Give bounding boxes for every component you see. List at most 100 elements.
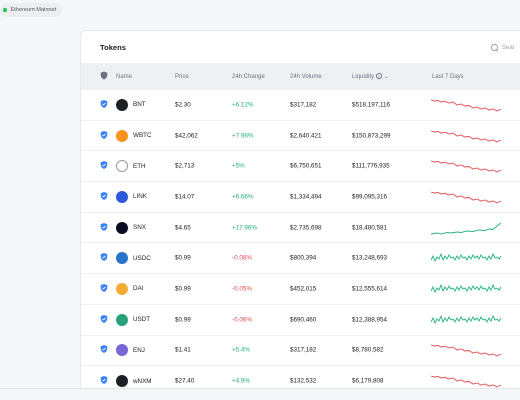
column-header-change[interactable]: 24h Change xyxy=(232,74,265,80)
token-price: $4.65 xyxy=(175,224,191,232)
token-liquidity: $150,873,299 xyxy=(352,132,391,140)
token-price: $14.07 xyxy=(175,193,195,201)
network-status-dot xyxy=(3,8,7,12)
sparkline-chart xyxy=(431,130,502,143)
table-row[interactable]: DAI $0.99 -0.05% $452,015 $12,555,614 xyxy=(81,274,520,305)
token-name-cell[interactable]: ETH xyxy=(116,160,146,173)
token-price: $0.99 xyxy=(175,285,191,293)
verified-shield-icon xyxy=(100,191,108,202)
token-volume: $317,182 xyxy=(290,346,317,354)
token-name-cell[interactable]: ENJ xyxy=(116,344,145,357)
column-header-price[interactable]: Price xyxy=(175,74,189,80)
token-change: +5.4% xyxy=(232,346,251,354)
token-name-cell[interactable]: BNT xyxy=(116,98,146,111)
verified-shield-icon xyxy=(100,314,108,325)
token-volume: $2,640,421 xyxy=(290,132,322,140)
ethereum-icon xyxy=(116,160,128,173)
token-name-cell[interactable]: USDT xyxy=(116,313,150,326)
search-icon xyxy=(491,44,498,51)
token-symbol: DAI xyxy=(133,285,144,293)
chainlink-icon xyxy=(116,190,128,203)
usdc-icon xyxy=(116,252,128,265)
table-row[interactable]: ETH $2,713 +5% $6,750,651 $111,776,935 xyxy=(81,151,520,183)
column-header-liquidity-label: Liquidity xyxy=(352,74,375,80)
sparkline-chart xyxy=(431,375,502,388)
search-input[interactable]: Sear xyxy=(491,40,520,55)
sparkline-chart xyxy=(431,344,502,357)
token-symbol: ETH xyxy=(133,162,146,170)
token-name-cell[interactable]: wNXM xyxy=(116,375,152,388)
token-price: $2.30 xyxy=(175,101,191,109)
token-symbol: USDC xyxy=(133,254,151,262)
column-header-liquidity[interactable]: Liquidity i ⌄ xyxy=(352,73,389,80)
token-symbol: WBTC xyxy=(133,132,152,140)
token-name-cell[interactable]: USDC xyxy=(116,252,151,265)
shield-icon xyxy=(100,71,108,82)
token-liquidity: $18,480,581 xyxy=(352,224,388,232)
token-volume: $6,750,651 xyxy=(290,162,322,170)
token-volume: $1,334,494 xyxy=(290,193,322,201)
token-volume: $800,394 xyxy=(290,254,317,262)
table-row[interactable]: LINK $14.07 +6.66% $1,334,494 $99,095,31… xyxy=(81,182,520,213)
info-icon: i xyxy=(375,73,382,80)
column-header-week: Last 7 Days xyxy=(432,73,464,80)
verified-shield-icon xyxy=(100,222,108,233)
token-liquidity: $12,555,614 xyxy=(352,285,388,293)
table-row[interactable]: WBTC $42,062 +7.98% $2,640,421 $150,873,… xyxy=(81,121,520,152)
column-header-name[interactable]: Name xyxy=(116,74,132,80)
card-header: Tokens Sear xyxy=(81,31,520,63)
token-symbol: LINK xyxy=(133,193,147,201)
sparkline-chart xyxy=(431,191,502,204)
token-symbol: SNX xyxy=(133,224,146,232)
table-row[interactable]: USDT $0.99 -0.06% $690,460 $12,388,954 xyxy=(81,305,520,336)
table-row[interactable]: ENJ $1.41 +5.4% $317,182 $8,780,582 xyxy=(81,336,520,367)
token-name-cell[interactable]: SNX xyxy=(116,221,146,234)
token-liquidity: $518,197,116 xyxy=(352,101,391,109)
sparkline-chart xyxy=(431,283,502,294)
token-liquidity: $111,776,935 xyxy=(352,162,390,170)
table-row[interactable]: BNT $2.30 +6.12% $317,182 $518,197,116 xyxy=(81,90,520,121)
table-row[interactable]: SNX $4.65 +17.96% $2,735,698 $18,480,581 xyxy=(81,213,520,244)
bottom-scrollbar[interactable] xyxy=(0,388,520,400)
token-name-cell[interactable]: WBTC xyxy=(116,129,152,142)
network-label: Ethereum Mainnet xyxy=(10,7,57,13)
sparkline-chart xyxy=(431,99,502,112)
token-volume: $317,182 xyxy=(290,101,317,109)
token-liquidity: $13,248,693 xyxy=(352,254,388,262)
dai-icon xyxy=(116,282,128,295)
sparkline-chart xyxy=(431,314,502,324)
network-badge[interactable]: Ethereum Mainnet xyxy=(0,3,63,17)
card-title: Tokens xyxy=(100,42,127,52)
token-change: +4.9% xyxy=(232,377,251,385)
token-name-cell[interactable]: LINK xyxy=(116,190,147,203)
token-price: $0.99 xyxy=(175,316,191,324)
chevron-down-icon: ⌄ xyxy=(383,74,389,80)
table-header: Name Price 24h Change 24h Volume Liquidi… xyxy=(81,63,520,90)
verified-shield-icon xyxy=(100,283,108,294)
token-change: -0.05% xyxy=(232,285,252,293)
token-volume: $132,532 xyxy=(290,377,317,385)
token-price: $27.40 xyxy=(175,377,195,385)
token-price: $2,713 xyxy=(175,162,195,170)
token-symbol: ENJ xyxy=(133,346,145,354)
token-symbol: BNT xyxy=(133,101,146,109)
token-volume: $2,735,698 xyxy=(290,224,322,232)
enjin-icon xyxy=(116,344,128,357)
token-change: -0.06% xyxy=(232,316,252,324)
table-row[interactable]: USDC $0.99 -0.08% $800,394 $13,248,693 xyxy=(81,243,520,275)
token-change: -0.08% xyxy=(232,254,252,262)
verified-shield-icon xyxy=(100,99,108,110)
verified-shield-icon xyxy=(100,376,108,387)
token-name-cell[interactable]: DAI xyxy=(116,282,144,295)
verified-shield-icon xyxy=(100,345,108,356)
column-header-volume[interactable]: 24h Volume xyxy=(290,74,322,80)
token-change: +6.12% xyxy=(232,101,254,109)
wbtc-icon xyxy=(116,129,128,142)
token-volume: $690,460 xyxy=(290,316,317,324)
token-symbol: wNXM xyxy=(133,377,152,385)
verified-shield-icon xyxy=(100,130,108,141)
tokens-card: Tokens Sear Name Price 24h Change 24h Vo… xyxy=(80,30,520,400)
verified-shield-icon xyxy=(100,161,108,172)
wnxm-icon xyxy=(116,375,128,388)
token-change: +17.96% xyxy=(232,224,258,232)
